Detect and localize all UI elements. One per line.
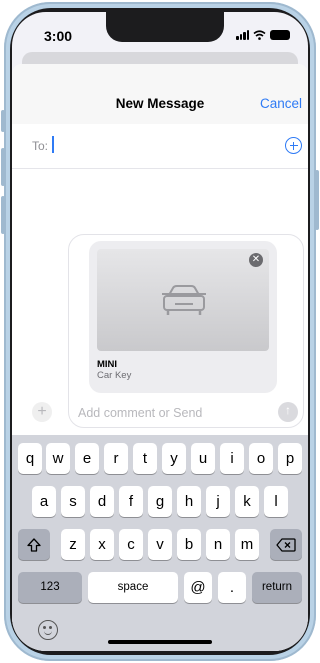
notch	[106, 12, 224, 42]
key-p[interactable]: p	[278, 443, 302, 474]
to-label: To:	[32, 139, 49, 153]
battery-icon	[270, 30, 290, 40]
key-l[interactable]: l	[264, 486, 288, 517]
dot-key[interactable]: .	[218, 572, 246, 603]
emoji-icon[interactable]	[38, 620, 58, 640]
car-key-card[interactable]: ✕ MINI Car Key	[89, 241, 277, 393]
backspace-icon	[276, 538, 296, 552]
at-key[interactable]: @	[184, 572, 212, 603]
key-a[interactable]: a	[32, 486, 56, 517]
key-h[interactable]: h	[177, 486, 201, 517]
volume-down-button	[1, 196, 5, 234]
cancel-button[interactable]: Cancel	[260, 96, 302, 111]
recipient-field[interactable]: To:	[12, 124, 308, 169]
comment-input[interactable]: Add comment or Send	[78, 406, 202, 420]
key-r[interactable]: r	[104, 443, 128, 474]
key-s[interactable]: s	[61, 486, 85, 517]
key-t[interactable]: t	[133, 443, 157, 474]
status-time: 3:00	[44, 28, 73, 44]
key-f[interactable]: f	[119, 486, 143, 517]
key-m[interactable]: m	[235, 529, 259, 560]
signal-icon	[236, 30, 249, 40]
key-e[interactable]: e	[75, 443, 99, 474]
car-icon	[162, 285, 206, 315]
close-icon[interactable]: ✕	[249, 253, 263, 267]
key-q[interactable]: q	[18, 443, 42, 474]
new-message-sheet: New Message Cancel To: ✕ MINI Car Key + …	[12, 64, 308, 651]
attachment-area: ✕ MINI Car Key	[68, 234, 304, 428]
space-key[interactable]: space	[88, 572, 178, 603]
card-title: MINI	[97, 359, 118, 370]
action-button	[1, 110, 5, 132]
key-j[interactable]: j	[206, 486, 230, 517]
key-b[interactable]: b	[177, 529, 201, 560]
card-subtitle: Car Key	[97, 370, 132, 381]
key-i[interactable]: i	[220, 443, 244, 474]
key-x[interactable]: x	[90, 529, 114, 560]
nav-bar: New Message Cancel	[12, 64, 308, 130]
home-indicator[interactable]	[108, 640, 212, 644]
key-o[interactable]: o	[249, 443, 273, 474]
key-g[interactable]: g	[148, 486, 172, 517]
delete-key[interactable]	[270, 529, 302, 560]
key-d[interactable]: d	[90, 486, 114, 517]
key-u[interactable]: u	[191, 443, 215, 474]
keyboard: q w e r t y u i o p a s d f g h j k l z …	[12, 435, 308, 651]
background-sheet	[22, 52, 298, 64]
add-attachment-button[interactable]: +	[32, 402, 52, 422]
key-y[interactable]: y	[162, 443, 186, 474]
car-key-image: ✕	[97, 249, 269, 351]
send-button[interactable]	[278, 402, 298, 422]
power-button	[315, 170, 319, 230]
plus-circle-icon[interactable]	[285, 137, 302, 154]
key-c[interactable]: c	[119, 529, 143, 560]
key-n[interactable]: n	[206, 529, 230, 560]
shift-icon	[27, 538, 41, 552]
shift-key[interactable]	[18, 529, 50, 560]
volume-up-button	[1, 148, 5, 186]
return-key[interactable]: return	[252, 572, 302, 603]
status-icons	[236, 29, 290, 41]
text-cursor	[52, 136, 54, 153]
key-z[interactable]: z	[61, 529, 85, 560]
key-k[interactable]: k	[235, 486, 259, 517]
key-w[interactable]: w	[46, 443, 70, 474]
key-v[interactable]: v	[148, 529, 172, 560]
screen: 3:00 New Message Cancel To: ✕ MINI Car K…	[12, 12, 308, 651]
numbers-key[interactable]: 123	[18, 572, 82, 603]
wifi-icon	[253, 30, 266, 40]
